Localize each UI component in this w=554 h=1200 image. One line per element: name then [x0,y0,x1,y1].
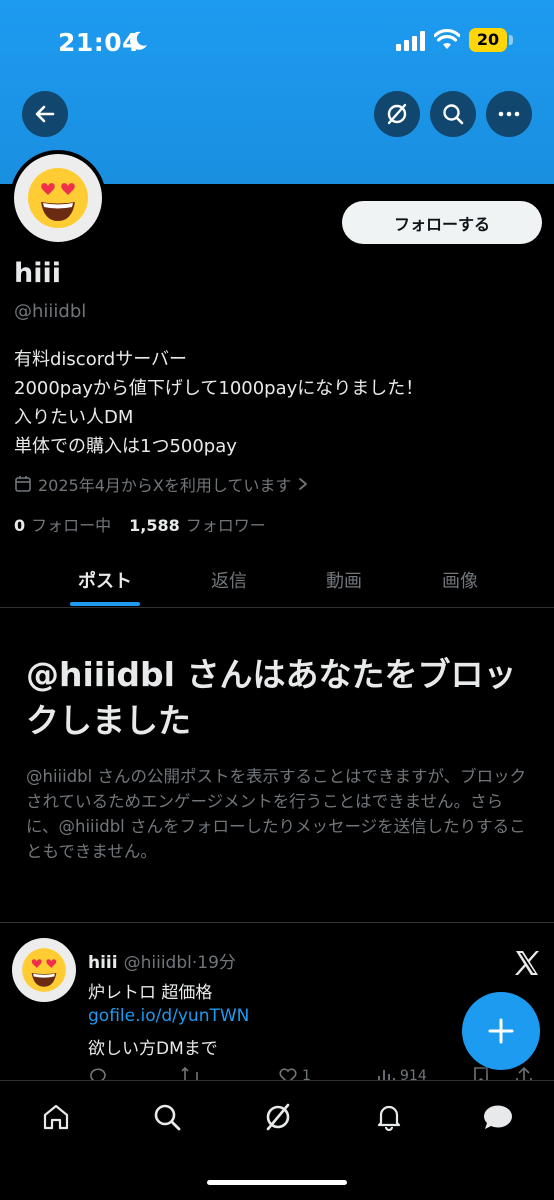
tab-videos[interactable]: 動画 [284,552,404,608]
tab-replies[interactable]: 返信 [169,552,289,608]
profile-display-name: hiii [14,258,61,289]
profile-handle: @hiiidbl [14,301,87,322]
post-text-line: 欲しい方DMまで [88,1039,218,1059]
profile-tabs: ポスト 返信 動画 画像 [0,552,554,608]
plus-icon [488,1018,514,1044]
joined-text: 2025年4月からXを利用しています [38,476,292,495]
nav-messages[interactable] [478,1097,518,1137]
nav-search[interactable] [147,1097,187,1137]
post-text-line: 炉レトロ 超価格 [88,983,213,1003]
post-avatar[interactable] [12,938,76,1002]
chat-bubble-icon [483,1105,512,1129]
chevron-right-icon [299,478,308,490]
home-icon [43,1104,69,1130]
blocked-title: @hiiidbl さんはあなたをブロックしました [26,655,517,740]
post-header: hiii @hiiidbl·19分 [88,948,236,973]
home-indicator [207,1180,347,1185]
following-count: 0 [14,516,26,535]
bio-line: 2000payから値下げして1000payになりました！ [14,378,424,399]
joined-date[interactable]: 2025年4月からXを利用しています [14,472,309,496]
battery-level: 20 [469,28,507,52]
following-link[interactable]: 0 フォロー中 [14,512,111,536]
profile-bio: 有料discordサーバー 2000payから値下げして1000payになりまし… [14,345,423,461]
grok-button[interactable] [374,91,420,137]
bell-icon [377,1105,401,1132]
moon-icon [130,31,147,50]
back-arrow-icon [35,105,55,123]
search-icon [154,1104,181,1131]
battery-tip [509,35,513,45]
back-button[interactable] [22,91,68,137]
signal-icon [396,31,425,51]
post-time: ·19分 [191,953,236,973]
grok-icon [387,103,407,125]
bio-line: 入りたい人DM [14,407,134,428]
tab-images[interactable]: 画像 [400,552,520,608]
search-button[interactable] [430,91,476,137]
divider [0,922,554,923]
calendar-icon [15,476,31,492]
compose-button[interactable] [462,992,540,1070]
grok-icon [266,1103,290,1131]
wifi-icon [434,29,460,49]
followers-label: フォロワー [185,516,266,535]
more-button[interactable] [486,91,532,137]
profile-avatar[interactable] [10,150,106,246]
heart-eyes-emoji-icon [22,948,66,992]
nav-notifications[interactable] [369,1097,409,1137]
bio-line: 単体での購入は1つ500pay [14,436,237,457]
post-author-handle[interactable]: @hiiidbl [124,953,192,973]
status-bar: 21:04 20 [0,0,554,84]
follow-counts: 0 フォロー中 1,588 フォロワー [14,512,266,536]
nav-home[interactable] [36,1097,76,1137]
more-dots-icon [498,111,520,117]
post-link[interactable]: gofile.io/d/yunTWN [88,1006,249,1026]
search-icon [443,104,464,125]
follow-button[interactable]: フォローする [342,201,542,244]
followers-count: 1,588 [129,516,180,535]
post-author-name[interactable]: hiii [88,953,118,973]
nav-grok[interactable] [258,1097,298,1137]
following-label: フォロー中 [31,516,112,535]
active-tab-indicator [70,602,140,606]
tab-posts[interactable]: ポスト [45,552,165,608]
heart-eyes-emoji-icon [28,168,88,228]
blocked-description: @hiiidbl さんの公開ポストを表示することはできますが、ブロックされている… [26,767,527,861]
followers-link[interactable]: 1,588 フォロワー [129,512,266,536]
bio-line: 有料discordサーバー [14,349,188,370]
x-logo-icon [515,951,539,975]
